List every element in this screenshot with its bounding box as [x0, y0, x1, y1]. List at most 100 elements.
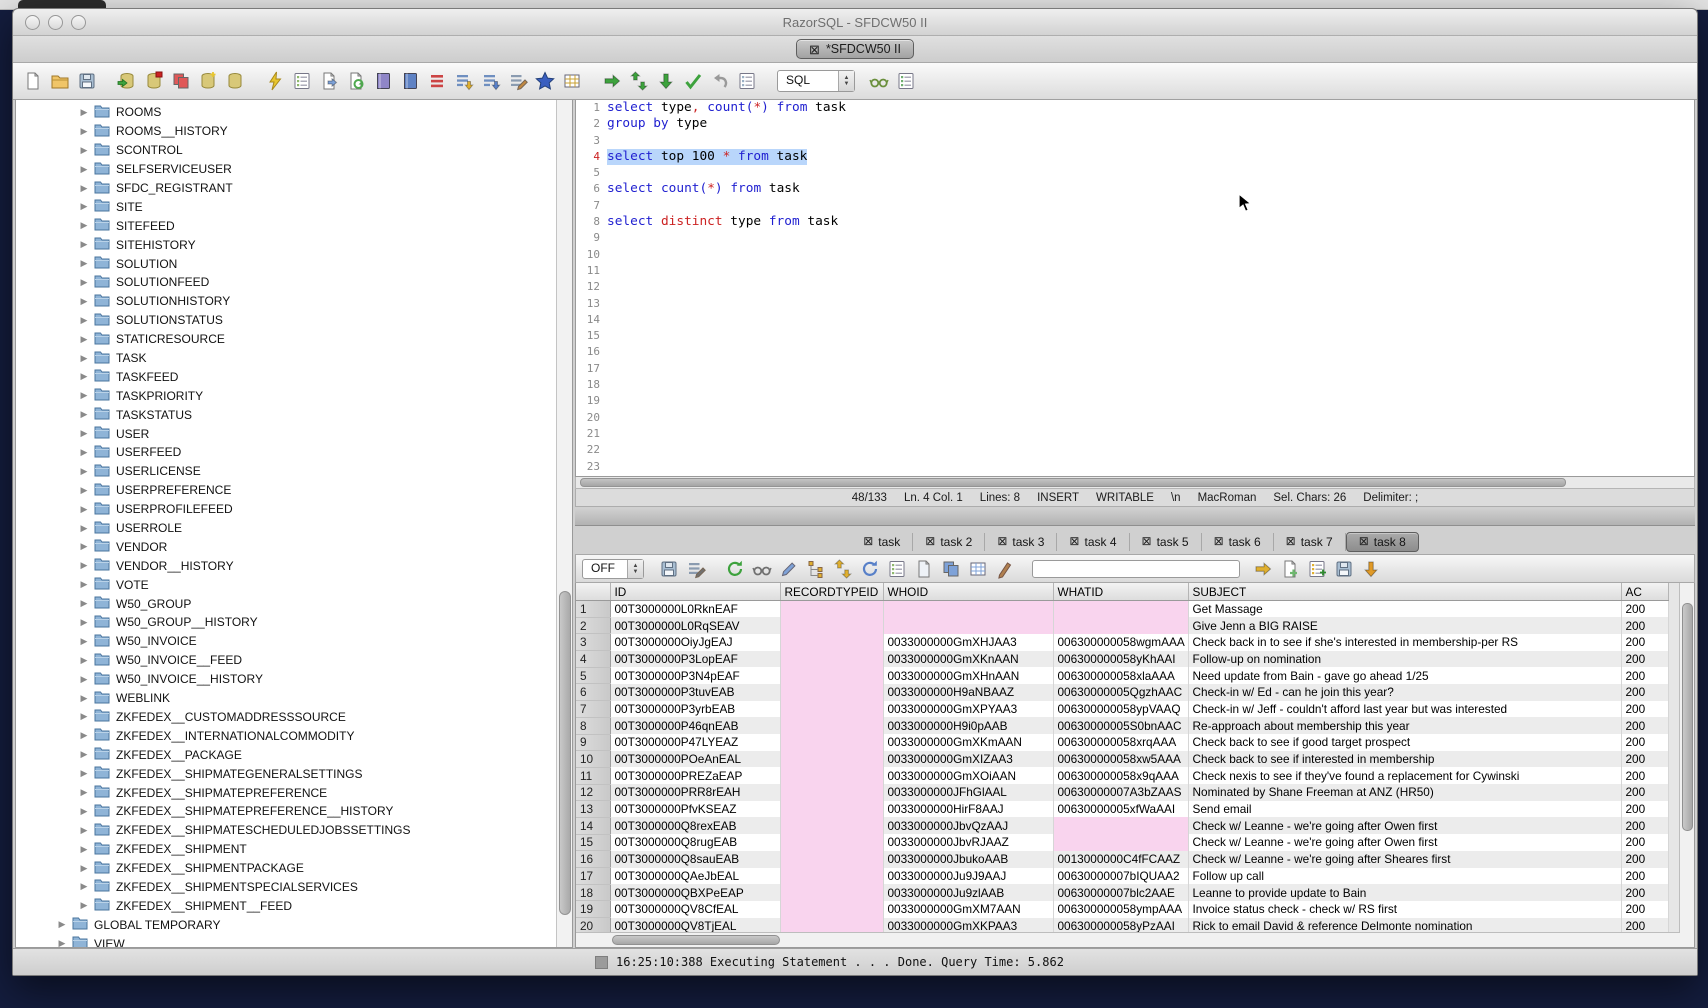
cell[interactable]: 0033000000GmXOiAAN — [883, 767, 1053, 784]
cell[interactable]: 200 — [1621, 684, 1668, 701]
cell[interactable]: 0033000000JFhGlAAL — [883, 784, 1053, 801]
cell[interactable] — [1053, 834, 1188, 851]
notes-add-icon[interactable] — [1307, 559, 1327, 579]
cell[interactable] — [883, 617, 1053, 634]
tree-item-w50-invoice-history[interactable]: ▶W50_INVOICE__HISTORY — [16, 670, 572, 689]
tree-item-sitehistory[interactable]: ▶SITEHISTORY — [16, 235, 572, 254]
disclosure-triangle-icon[interactable]: ▶ — [78, 504, 90, 515]
cell[interactable]: 200 — [1621, 851, 1668, 868]
row-number[interactable]: 18 — [576, 884, 610, 901]
zoom-window-button[interactable] — [71, 15, 86, 30]
tree-item-rooms[interactable]: ▶ROOMS — [16, 103, 572, 122]
cell[interactable]: Check w/ Leanne - we're going after Shea… — [1188, 851, 1621, 868]
tree-item-zkfedex-shipment[interactable]: ▶ZKFEDEX__SHIPMENT — [16, 840, 572, 859]
column-header-AC[interactable]: AC — [1621, 583, 1668, 601]
tree-item-zkfedex-shipmategeneralsettings[interactable]: ▶ZKFEDEX__SHIPMATEGENERALSETTINGS — [16, 764, 572, 783]
save-results-icon[interactable] — [659, 559, 679, 579]
editor-hscrollbar[interactable] — [575, 477, 1695, 489]
tree-item-userrole[interactable]: ▶USERROLE — [16, 519, 572, 538]
cell[interactable]: 006300000058xrqAAA — [1053, 734, 1188, 751]
go-icon[interactable] — [1253, 559, 1273, 579]
open-file-icon[interactable] — [50, 71, 70, 91]
close-tab-icon[interactable]: ⊠ — [997, 536, 1007, 547]
cell[interactable] — [1053, 617, 1188, 634]
cell[interactable]: 00T3000000P46qnEAB — [610, 717, 780, 734]
cell[interactable]: 200 — [1621, 884, 1668, 901]
tree-item-weblink[interactable]: ▶WEBLINK — [16, 689, 572, 708]
tree-item-solutionstatus[interactable]: ▶SOLUTIONSTATUS — [16, 311, 572, 330]
cell[interactable]: 200 — [1621, 868, 1668, 885]
row-number[interactable]: 14 — [576, 817, 610, 834]
cell[interactable]: 00T3000000P3yrbEAB — [610, 701, 780, 718]
tree-item-user[interactable]: ▶USER — [16, 424, 572, 443]
cell[interactable]: 0033000000JbukoAAB — [883, 851, 1053, 868]
cell[interactable]: 0033000000Ju9J9AAJ — [883, 868, 1053, 885]
disclosure-triangle-icon[interactable]: ▶ — [78, 126, 90, 137]
disclosure-triangle-icon[interactable]: ▶ — [78, 353, 90, 364]
cell[interactable]: 00630000007bIQUAA2 — [1053, 868, 1188, 885]
disclosure-triangle-icon[interactable]: ▶ — [78, 334, 90, 345]
disclosure-triangle-icon[interactable]: ▶ — [78, 900, 90, 911]
journal-icon[interactable] — [373, 71, 393, 91]
cell[interactable]: 00T3000000PRR8rEAH — [610, 784, 780, 801]
row-number[interactable]: 12 — [576, 784, 610, 801]
row-number[interactable]: 2 — [576, 617, 610, 634]
cell[interactable]: 0033000000Ju9zlAAB — [883, 884, 1053, 901]
cell[interactable]: 006300000058xw5AAA — [1053, 751, 1188, 768]
cell[interactable]: 00T3000000Q8rugEAB — [610, 834, 780, 851]
close-window-button[interactable] — [25, 15, 40, 30]
cell[interactable]: Check w/ Leanne - we're going after Owen… — [1188, 834, 1621, 851]
row-number[interactable]: 4 — [576, 651, 610, 668]
row-number[interactable]: 17 — [576, 868, 610, 885]
pane-splitter[interactable] — [575, 509, 1695, 526]
tree-item-w50-group[interactable]: ▶W50_GROUP — [16, 594, 572, 613]
tree-item-zkfedex-customaddresssource[interactable]: ▶ZKFEDEX__CUSTOMADDRESSSOURCE — [16, 708, 572, 727]
describe-table-icon[interactable] — [896, 71, 916, 91]
favorites-icon[interactable] — [535, 71, 555, 91]
cell[interactable]: 00T3000000P47LYEAZ — [610, 734, 780, 751]
disclosure-triangle-icon[interactable]: ▶ — [78, 447, 90, 458]
cell[interactable] — [780, 784, 883, 801]
export-add-icon[interactable] — [1280, 559, 1300, 579]
disclosure-triangle-icon[interactable]: ▶ — [78, 825, 90, 836]
edit-list-icon[interactable] — [508, 71, 528, 91]
column-header-SUBJECT[interactable]: SUBJECT — [1188, 583, 1621, 601]
tools-icon[interactable] — [265, 71, 285, 91]
cell[interactable]: 200 — [1621, 651, 1668, 668]
cell[interactable]: 0013000000C4fFCAAZ — [1053, 851, 1188, 868]
cell[interactable] — [780, 751, 883, 768]
close-tab-icon[interactable]: ⊠ — [1214, 536, 1224, 547]
column-header-rownum[interactable] — [576, 583, 610, 601]
save-icon[interactable] — [77, 71, 97, 91]
column-header-WHOID[interactable]: WHOID — [883, 583, 1053, 601]
tree-item-userlicense[interactable]: ▶USERLICENSE — [16, 462, 572, 481]
result-tab-task-3[interactable]: ⊠task 3 — [985, 533, 1057, 551]
table-tree-panel[interactable]: ▶ROOMS▶ROOMS__HISTORY▶SCONTROL▶SELFSERVI… — [15, 100, 573, 948]
disconnect-db-icon[interactable] — [144, 71, 164, 91]
close-tab-icon[interactable]: ⊠ — [1069, 536, 1079, 547]
disclosure-triangle-icon[interactable]: ▶ — [78, 541, 90, 552]
cell[interactable]: 0033000000GmXKnAAN — [883, 651, 1053, 668]
tree-item-userpreference[interactable]: ▶USERPREFERENCE — [16, 481, 572, 500]
copy-cells-icon[interactable] — [941, 559, 961, 579]
table-generator-icon[interactable] — [562, 71, 582, 91]
cell[interactable]: 0033000000H9aNBAAZ — [883, 684, 1053, 701]
cell[interactable]: 200 — [1621, 834, 1668, 851]
cell[interactable]: 006300000058ympAAA — [1053, 901, 1188, 918]
cell[interactable]: Check-in w/ Ed - can he join this year? — [1188, 684, 1621, 701]
copy-table-icon[interactable] — [171, 71, 191, 91]
row-number[interactable]: 6 — [576, 684, 610, 701]
cell[interactable]: Follow up call — [1188, 868, 1621, 885]
save-grid-icon[interactable] — [1334, 559, 1354, 579]
row-number[interactable]: 9 — [576, 734, 610, 751]
cell[interactable]: Re-approach about membership this year — [1188, 717, 1621, 734]
cell[interactable]: 200 — [1621, 801, 1668, 818]
cell[interactable]: 00630000005xfWaAAI — [1053, 801, 1188, 818]
sql-mode-select[interactable]: SQL ▲▼ — [777, 70, 855, 92]
tree-item-sfdc-registrant[interactable]: ▶SFDC_REGISTRANT — [16, 179, 572, 198]
cell[interactable]: 200 — [1621, 717, 1668, 734]
rollback-icon[interactable] — [710, 71, 730, 91]
cell[interactable] — [780, 901, 883, 918]
cell[interactable]: 0033000000HirF8AAJ — [883, 801, 1053, 818]
document-tab-sfdcw50[interactable]: ⊠ *SFDCW50 II — [796, 39, 914, 59]
